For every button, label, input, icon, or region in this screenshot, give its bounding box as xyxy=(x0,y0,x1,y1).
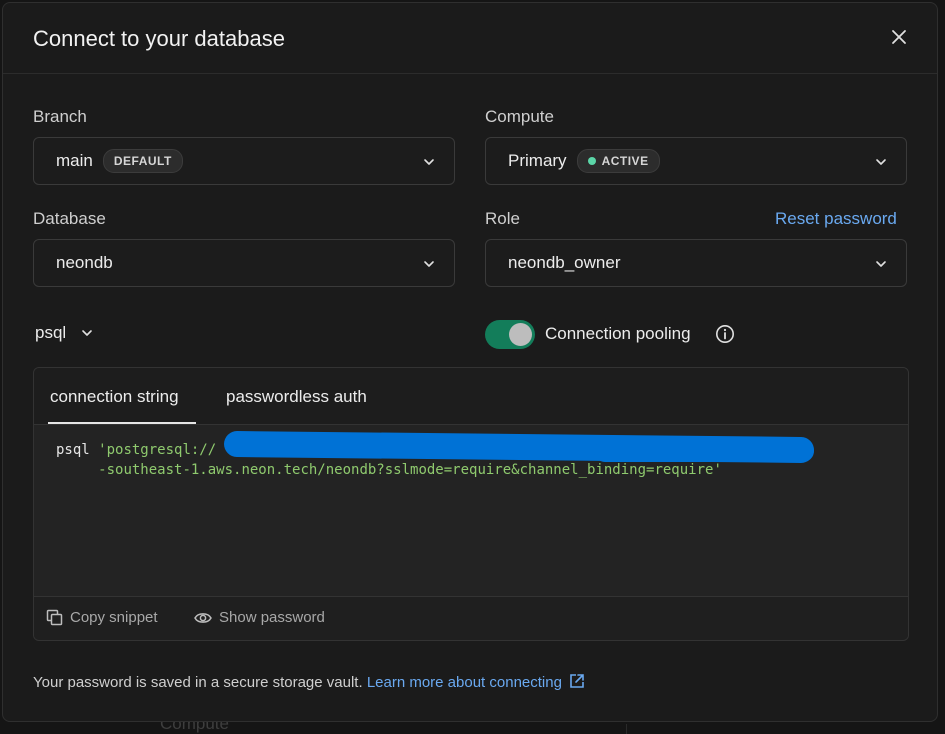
copy-snippet-label: Copy snippet xyxy=(70,609,158,626)
dialog-header: Connect to your database xyxy=(3,3,937,74)
active-tab-indicator xyxy=(48,422,196,424)
reset-password-link[interactable]: Reset password xyxy=(775,209,897,229)
chevron-down-icon xyxy=(876,159,886,165)
client-value: psql xyxy=(35,323,67,342)
snippet-panel: connection string passwordless auth psql… xyxy=(33,367,909,641)
compute-select[interactable]: Primary ACTIVE xyxy=(485,137,907,185)
database-value: neondb xyxy=(56,253,113,272)
database-label: Database xyxy=(33,209,106,228)
active-status-dot xyxy=(587,157,596,165)
redaction-mark xyxy=(594,440,814,462)
close-button[interactable] xyxy=(889,27,909,47)
show-password-button[interactable]: Show password xyxy=(194,609,325,626)
connect-dialog: Connect to your database Branch main DEF… xyxy=(2,2,938,722)
branch-label: Branch xyxy=(33,107,87,126)
background-divider xyxy=(626,724,627,734)
note-text: Your password is saved in a secure stora… xyxy=(33,674,363,691)
role-value: neondb_owner xyxy=(508,253,621,272)
eye-icon xyxy=(194,612,212,623)
default-badge-label: DEFAULT xyxy=(113,154,172,168)
learn-more-label: Learn more about connecting xyxy=(366,674,562,691)
snippet-tabs: connection string passwordless auth xyxy=(34,368,908,425)
status-badge: ACTIVE xyxy=(576,149,660,173)
tab-passwordless-auth[interactable]: passwordless auth xyxy=(226,387,367,407)
close-icon xyxy=(892,30,906,44)
client-dropdown[interactable]: psql xyxy=(35,323,94,343)
code-command: psql xyxy=(56,442,90,458)
info-icon[interactable] xyxy=(715,324,735,344)
snippet-footer: Copy snippet Show password xyxy=(34,596,908,640)
role-select[interactable]: neondb_owner xyxy=(485,239,907,287)
tab-connection-string[interactable]: connection string xyxy=(50,387,179,407)
default-badge: DEFAULT xyxy=(102,149,183,173)
branch-value: main xyxy=(56,151,93,170)
dialog-title: Connect to your database xyxy=(33,26,285,51)
chevron-down-icon xyxy=(424,261,434,267)
code-string-end: -southeast-1.aws.neon.tech/neondb?sslmod… xyxy=(98,462,722,478)
password-storage-note: Your password is saved in a secure stora… xyxy=(33,672,586,691)
copy-snippet-button[interactable]: Copy snippet xyxy=(46,609,158,626)
copy-icon xyxy=(46,609,63,626)
branch-select[interactable]: main DEFAULT xyxy=(33,137,455,185)
status-badge-label: ACTIVE xyxy=(601,154,649,168)
show-password-label: Show password xyxy=(219,609,325,626)
compute-label: Compute xyxy=(485,107,554,126)
external-link-icon xyxy=(570,674,584,688)
chevron-down-icon xyxy=(876,261,886,267)
chevron-down-icon xyxy=(82,330,92,336)
toggle-knob xyxy=(509,323,532,346)
chevron-down-icon xyxy=(424,159,434,165)
connection-pooling-toggle[interactable] xyxy=(485,320,535,349)
code-string-start: 'postgresql:// xyxy=(98,442,217,458)
learn-more-link[interactable]: Learn more about connecting xyxy=(367,674,586,691)
database-select[interactable]: neondb xyxy=(33,239,455,287)
connection-pooling-label: Connection pooling xyxy=(545,324,691,343)
role-label: Role xyxy=(485,209,520,228)
compute-value: Primary xyxy=(508,151,567,170)
